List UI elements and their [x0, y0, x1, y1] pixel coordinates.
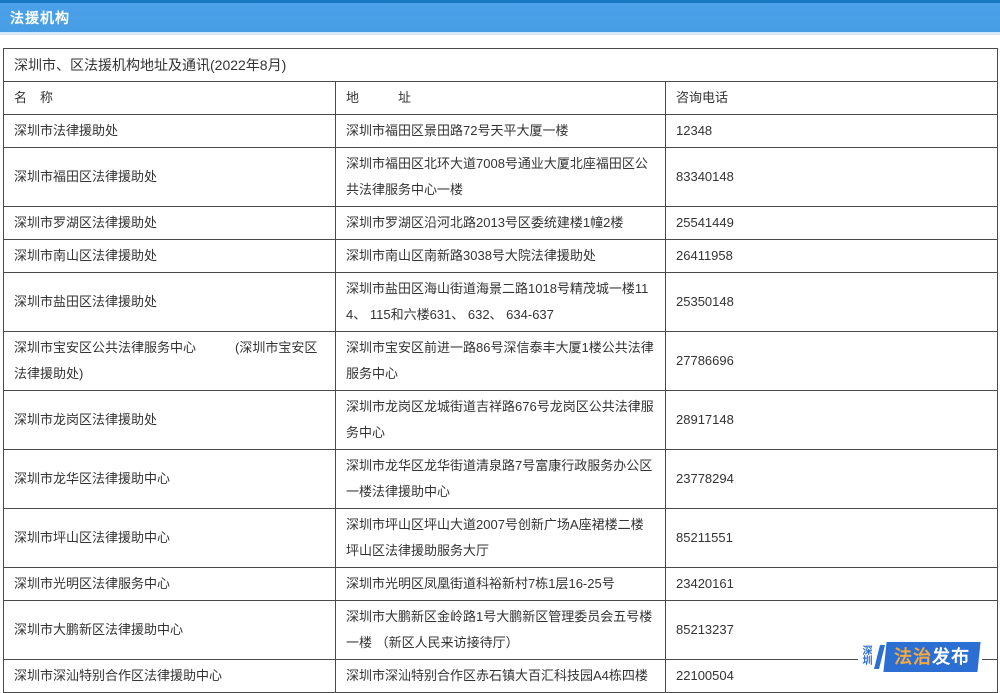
org-address-cell: 深圳市光明区凤凰街道科裕新村7栋1层16-25号	[336, 568, 666, 601]
org-address-cell: 深圳市盐田区海山街道海景二路1018号精茂城一楼114、 115和六楼631、 …	[336, 273, 666, 332]
table-row: 深圳市福田区法律援助处 深圳市福田区北环大道7008号通业大厦北座福田区公共法律…	[4, 148, 998, 207]
org-address-cell: 深圳市福田区景田路72号天平大厦一楼	[336, 115, 666, 148]
org-address-cell: 深圳市坪山区坪山大道2007号创新广场A座裙楼二楼坪山区法律援助服务大厅	[336, 509, 666, 568]
logo-city-text: 深 圳	[861, 647, 874, 667]
org-phone-cell: 27786696	[666, 332, 998, 391]
table-row: 深圳市大鹏新区法律援助中心 深圳市大鹏新区金岭路1号大鹏新区管理委员会五号楼一楼…	[4, 601, 998, 660]
table-container: 深圳市、区法援机构地址及通讯(2022年8月) 名 称 地 址 咨询电话 深圳市…	[3, 48, 997, 693]
org-address-cell: 深圳市福田区北环大道7008号通业大厦北座福田区公共法律服务中心一楼	[336, 148, 666, 207]
org-name-cell: 深圳市盐田区法律援助处	[4, 273, 336, 332]
column-header-name: 名 称	[4, 82, 336, 115]
org-name-cell: 深圳市光明区法律服务中心	[4, 568, 336, 601]
table-row: 深圳市盐田区法律援助处 深圳市盐田区海山街道海景二路1018号精茂城一楼114、…	[4, 273, 998, 332]
org-name-cell: 深圳市龙岗区法律援助处	[4, 391, 336, 450]
org-name-cell: 深圳市坪山区法律援助中心	[4, 509, 336, 568]
org-address-cell: 深圳市大鹏新区金岭路1号大鹏新区管理委员会五号楼一楼 （新区人民来访接待厅）	[336, 601, 666, 660]
org-name-cell: 深圳市深汕特别合作区法律援助中心	[4, 660, 336, 693]
table-row: 深圳市坪山区法律援助中心 深圳市坪山区坪山大道2007号创新广场A座裙楼二楼坪山…	[4, 509, 998, 568]
table-row: 深圳市罗湖区法律援助处 深圳市罗湖区沿河北路2013号区委统建楼1幢2楼 255…	[4, 207, 998, 240]
table-title-row: 深圳市、区法援机构地址及通讯(2022年8月)	[4, 49, 998, 82]
org-name-cell: 深圳市法律援助处	[4, 115, 336, 148]
table-body: 深圳市、区法援机构地址及通讯(2022年8月) 名 称 地 址 咨询电话 深圳市…	[4, 49, 998, 693]
org-name-cell: 深圳市南山区法律援助处	[4, 240, 336, 273]
org-address-cell: 深圳市龙华区龙华街道清泉路7号富康行政服务办公区一楼法律援助中心	[336, 450, 666, 509]
org-phone-cell: 23778294	[666, 450, 998, 509]
shenzhen-fazhi-fabu-logo: 深 圳 法治发布	[858, 640, 982, 674]
org-name-cell: 深圳市龙华区法律援助中心	[4, 450, 336, 509]
org-phone-cell: 28917148	[666, 391, 998, 450]
column-header-address: 地 址	[336, 82, 666, 115]
logo-city-char-2: 圳	[861, 657, 874, 667]
org-phone-cell: 83340148	[666, 148, 998, 207]
org-phone-cell: 25350148	[666, 273, 998, 332]
org-phone-cell: 85211551	[666, 509, 998, 568]
table-row: 深圳市龙岗区法律援助处 深圳市龙岗区龙城街道吉祥路676号龙岗区公共法律服务中心…	[4, 391, 998, 450]
org-phone-cell: 25541449	[666, 207, 998, 240]
table-row: 深圳市南山区法律援助处 深圳市南山区南新路3038号大院法律援助处 264119…	[4, 240, 998, 273]
org-phone-cell: 12348	[666, 115, 998, 148]
org-name-cell: 深圳市罗湖区法律援助处	[4, 207, 336, 240]
org-name-cell: 深圳市福田区法律援助处	[4, 148, 336, 207]
org-name-cell: 深圳市宝安区公共法律服务中心 (深圳市宝安区法律援助处)	[4, 332, 336, 391]
org-address-cell: 深圳市南山区南新路3038号大院法律援助处	[336, 240, 666, 273]
column-header-phone: 咨询电话	[666, 82, 998, 115]
section-title: 法援机构	[10, 8, 70, 28]
table-row: 深圳市光明区法律服务中心 深圳市光明区凤凰街道科裕新村7栋1层16-25号 23…	[4, 568, 998, 601]
table-row: 深圳市龙华区法律援助中心 深圳市龙华区龙华街道清泉路7号富康行政服务办公区一楼法…	[4, 450, 998, 509]
logo-text-fabu: 发布	[932, 647, 970, 667]
logo-badge: 法治发布	[883, 642, 980, 672]
org-address-cell: 深圳市深汕特别合作区赤石镇大百汇科技园A4栋四楼	[336, 660, 666, 693]
table-row: 深圳市法律援助处 深圳市福田区景田路72号天平大厦一楼 12348	[4, 115, 998, 148]
logo-text-fazhi: 法治	[894, 647, 932, 667]
table-row: 深圳市深汕特别合作区法律援助中心 深圳市深汕特别合作区赤石镇大百汇科技园A4栋四…	[4, 660, 998, 693]
table-row: 深圳市宝安区公共法律服务中心 (深圳市宝安区法律援助处) 深圳市宝安区前进一路8…	[4, 332, 998, 391]
section-header-bar: 法援机构	[0, 0, 1000, 35]
org-address-cell: 深圳市罗湖区沿河北路2013号区委统建楼1幢2楼	[336, 207, 666, 240]
table-title: 深圳市、区法援机构地址及通讯(2022年8月)	[4, 49, 998, 82]
org-phone-cell: 26411958	[666, 240, 998, 273]
org-address-cell: 深圳市宝安区前进一路86号深信泰丰大厦1楼公共法律服务中心	[336, 332, 666, 391]
table-header-row: 名 称 地 址 咨询电话	[4, 82, 998, 115]
org-phone-cell: 23420161	[666, 568, 998, 601]
org-address-cell: 深圳市龙岗区龙城街道吉祥路676号龙岗区公共法律服务中心	[336, 391, 666, 450]
org-name-cell: 深圳市大鹏新区法律援助中心	[4, 601, 336, 660]
legal-aid-table: 深圳市、区法援机构地址及通讯(2022年8月) 名 称 地 址 咨询电话 深圳市…	[3, 48, 998, 693]
